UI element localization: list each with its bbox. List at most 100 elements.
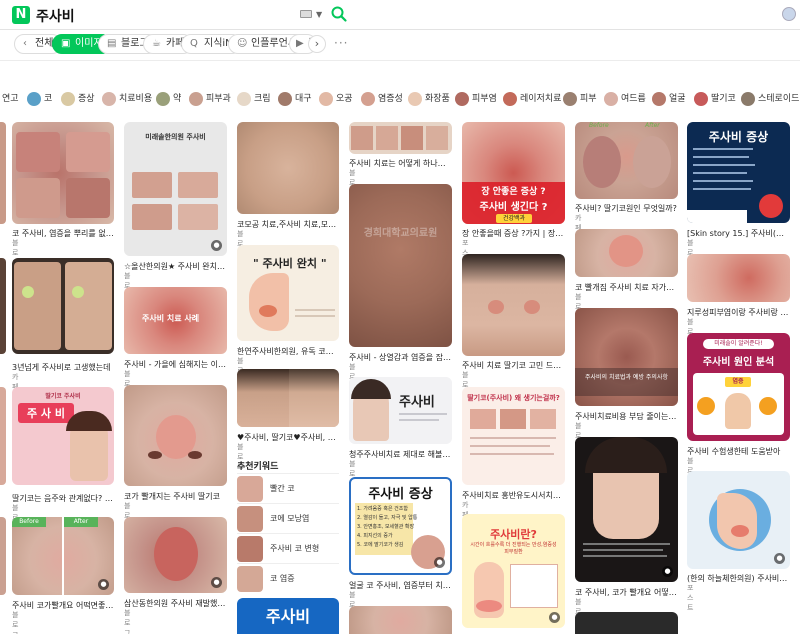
filter-chip[interactable]: 화장품 [408, 89, 450, 109]
result-image[interactable]: 딸기코 주사비 주 사 비 [12, 387, 114, 485]
search-header: N 주사비 ▼ [0, 0, 800, 30]
cropped-image-result[interactable] [0, 258, 6, 354]
result-title[interactable]: 코 주사비, 염증을 뿌리를 없애라 [12, 228, 114, 239]
result-image[interactable]: 주사비란? 시간이 흐를수록 더 진행되는 만성,염증성 피부질환 ● [462, 514, 565, 628]
filter-chip[interactable]: 코 [27, 89, 52, 109]
result-title[interactable]: 주사비 수험생한테 도움받아 [687, 446, 790, 457]
result-title[interactable]: 주사비치료비용 부담 줄이는 빠른 .. [575, 411, 678, 422]
chevron-down-icon[interactable]: ▼ [316, 10, 322, 19]
result-title[interactable]: 코가 빨개지는 주사비 딸기코 [124, 491, 227, 502]
filter-chip[interactable]: 오공 [319, 89, 353, 109]
poster-title: 주사비 [265, 607, 311, 626]
more-icon[interactable]: ··· [334, 36, 348, 50]
filter-chip[interactable]: 크림 [237, 89, 271, 109]
result-image[interactable]: 주사비 [237, 598, 339, 634]
result-image[interactable]: ● [124, 517, 227, 593]
result-title[interactable]: 장 안좋을때 증상 ?가지 | 장 안좋.. [462, 228, 565, 239]
naver-logo[interactable]: N [12, 6, 30, 24]
result-image[interactable] [237, 369, 339, 427]
result-title[interactable]: 주사비 - 가을에 심해지는 이유?? [124, 359, 227, 370]
cropped-image-result[interactable] [0, 387, 6, 485]
keyword-item[interactable]: 코에 모낭염 [237, 503, 339, 533]
chip-thumbnail [455, 92, 469, 106]
keyword-item[interactable]: 주사비 코 변형 [237, 533, 339, 563]
filter-chip[interactable]: 염증성 [361, 89, 403, 109]
result-image[interactable] [575, 612, 678, 634]
filter-chip[interactable]: 대구 [278, 89, 312, 109]
result-image[interactable]: 주사비 증상 [687, 122, 790, 223]
result-title[interactable]: 주사비 코가빨개요 어떡면좋죠? [12, 600, 114, 611]
filter-chip[interactable]: 치료비용 [102, 89, 152, 109]
result-title[interactable]: 지루성피부염이랑 주사비랑 차이는? [687, 307, 790, 318]
result-title[interactable]: 주사비 치료는 어떻게 하나요? [화.. [349, 158, 452, 169]
result-title[interactable]: 주사비 - 상열감과 염증을 잡아라 [349, 352, 452, 363]
result-image[interactable] [687, 254, 790, 302]
filter-chip[interactable]: 증상 [61, 89, 95, 109]
result-image[interactable]: 주사비 증상 1. 가려움증 혹은 건조함 2. 열감이 들고, 자극 및 압통… [349, 477, 452, 575]
cropped-image-result[interactable] [0, 122, 6, 224]
result-title[interactable]: 한연주사비한의원, 유독 코만 빨개.. [237, 346, 339, 357]
filter-chip[interactable]: 피부 [563, 89, 597, 109]
result-title[interactable]: 딸기코는 음주와 관계없다? 홍대입.. [12, 493, 114, 504]
user-avatar-icon[interactable] [782, 7, 796, 21]
result-title[interactable]: ♥주사비, 딸기코♥주사비, 주사, 치.. [237, 432, 339, 443]
location-pin-icon: ● [211, 240, 222, 251]
keyboard-icon[interactable] [300, 10, 312, 18]
filter-chip[interactable]: 얼굴 [652, 89, 686, 109]
result-image[interactable]: 주사비 치료 사례 [124, 287, 227, 354]
result-title[interactable]: 삼산동한의원 주사비 재발했다면 .. [124, 598, 227, 609]
result-title[interactable]: 주사비? 딸기코원인 무엇일까? [575, 203, 678, 214]
chip-thumbnail [102, 92, 116, 106]
result-image[interactable]: ● [575, 437, 678, 582]
filter-chip[interactable]: 피부염 [455, 89, 497, 109]
search-icon[interactable] [330, 5, 348, 23]
result-image[interactable] [462, 254, 565, 356]
result-image[interactable]: 주사비의 치료법과 예방 주의사항 [575, 308, 678, 406]
result-image[interactable]: Before After ● [12, 517, 114, 595]
result-image[interactable]: 미래솔이 알려준다! 주사비 원인 분석 염증 [687, 333, 790, 441]
result-title[interactable]: 얼굴 코 주사비, 염증부터 치료하라 [349, 580, 452, 591]
filter-chip[interactable]: 레이저치료 [503, 89, 561, 109]
result-image[interactable]: 미래솔한의원 주사비 ● [124, 122, 227, 256]
result-title[interactable]: 코 빨개짐 주사비 치료 자가진단으.. [575, 282, 678, 293]
result-image[interactable]: 장 안좋은 증상 ? 주사비 생긴다 ? 건강백과 [462, 122, 565, 224]
result-image[interactable] [124, 385, 227, 486]
filter-chip[interactable]: 딸기코 [694, 89, 736, 109]
search-query-text[interactable]: 주사비 [36, 6, 75, 26]
result-title[interactable]: 코 주사비, 코가 빨개요 어떻게 해.. [575, 587, 678, 598]
result-title[interactable]: [Skin story 15.] 주사비(딸기코) [687, 228, 790, 239]
result-title[interactable]: 3년넘게 주사비로 고생했는데 [12, 362, 114, 373]
result-image[interactable] [349, 606, 452, 634]
result-image[interactable]: Before After [575, 122, 678, 199]
tab-scroll-next-button[interactable]: › [308, 35, 326, 53]
filter-chip[interactable]: 연고 [2, 89, 19, 109]
filter-chip[interactable]: 여드름 [604, 89, 646, 109]
result-image[interactable] [575, 229, 678, 277]
result-image[interactable]: 딸기코(주사비) 왜 생기는걸까? [462, 387, 565, 485]
result-title[interactable]: 주사비 치료 딸기코 고민 드디어 해.. [462, 360, 565, 371]
result-title[interactable]: (한의 하늘체한의원) 주사비(딸기코.. [687, 573, 790, 584]
result-title[interactable]: 주사비치료 홍반유도시서치파피.. [462, 490, 565, 501]
result-image[interactable]: 주사비 [349, 377, 452, 444]
chip-thumbnail [604, 92, 618, 106]
keyword-item[interactable]: 빨간 코 [237, 473, 339, 503]
result-title[interactable]: 코모공 치료,주사비 치료,모공치료.. [237, 219, 339, 230]
keyword-item[interactable]: 코 염증 [237, 563, 339, 593]
filter-chip[interactable]: 스테로이드 [741, 89, 799, 109]
filter-chip[interactable]: 약 [156, 89, 181, 109]
result-image[interactable] [12, 258, 114, 354]
keyword-label: 빨간 코 [270, 484, 295, 493]
result-title[interactable]: ☆올산한의원★ 주사비 완치 ? 미.. [124, 261, 227, 272]
cropped-image-result[interactable] [0, 517, 6, 595]
image-icon: ▣ [61, 38, 71, 49]
kin-icon: Q [190, 38, 198, 49]
result-image[interactable]: " 주사비 완치 " [237, 245, 339, 341]
keyword-label: 주사비 코 변형 [270, 544, 320, 553]
result-image[interactable]: 경희대학교의료원 [349, 184, 452, 347]
result-title[interactable]: 청주주사비치료 제대로 해볼까요? [349, 449, 452, 460]
filter-chip[interactable]: 피부과 [189, 89, 231, 109]
result-image[interactable] [237, 122, 339, 214]
result-image[interactable] [12, 122, 114, 224]
result-image[interactable]: ● [687, 471, 790, 569]
result-image[interactable] [349, 122, 452, 154]
